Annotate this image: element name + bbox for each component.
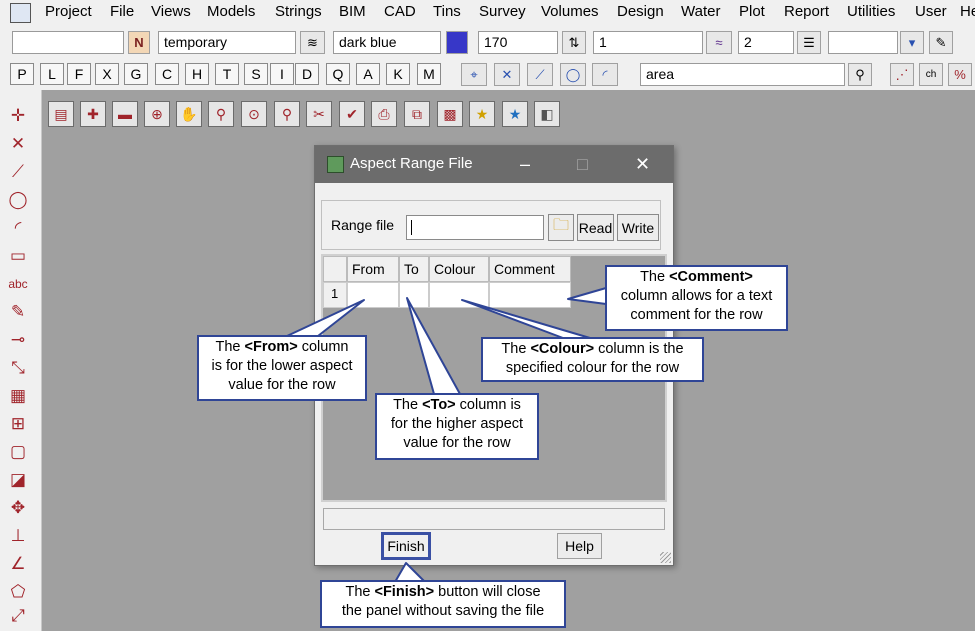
to-callout-bold: <To> — [422, 397, 456, 413]
to-callout: The <To> column is for the higher aspect… — [375, 393, 539, 460]
finish-callout-pre: The — [345, 584, 375, 600]
colour-callout: The <Colour> column is the specified col… — [481, 337, 704, 382]
colour-arrow — [461, 299, 591, 339]
colour-callout-bold: <Colour> — [530, 341, 595, 357]
from-callout-pre: The — [215, 339, 245, 355]
finish-callout: The <Finish> button will close the panel… — [320, 580, 566, 628]
comment-callout-line3: comment for the row — [630, 307, 763, 323]
from-callout-post: column — [297, 339, 349, 355]
colour-callout-pre: The — [501, 341, 531, 357]
to-callout-line3: value for the row — [403, 435, 511, 451]
comment-callout-bold: <Comment> — [669, 269, 753, 285]
from-callout: The <From> column is for the lower aspec… — [197, 335, 367, 401]
from-callout-bold: <From> — [244, 339, 298, 355]
to-callout-post: column is — [455, 397, 521, 413]
from-callout-line3: value for the row — [228, 377, 336, 393]
finish-callout-line2: the panel without saving the file — [341, 603, 545, 619]
to-arrow — [406, 297, 461, 395]
to-callout-line2: for the higher aspect — [390, 416, 524, 432]
from-callout-line2: is for the lower aspect — [211, 358, 353, 374]
finish-callout-post: button will close — [434, 584, 541, 600]
to-callout-pre: The — [393, 397, 423, 413]
colour-callout-post: column is the — [594, 341, 684, 357]
comment-callout-line2: column allows for a text — [620, 288, 773, 304]
colour-callout-line2: specified colour for the row — [505, 360, 680, 376]
finish-callout-bold: <Finish> — [374, 584, 435, 600]
comment-callout-pre: The — [640, 269, 670, 285]
callout-arrows — [286, 287, 607, 583]
from-arrow — [286, 299, 365, 337]
comment-callout: The <Comment> column allows for a text c… — [605, 265, 788, 331]
comment-arrow — [567, 287, 607, 305]
